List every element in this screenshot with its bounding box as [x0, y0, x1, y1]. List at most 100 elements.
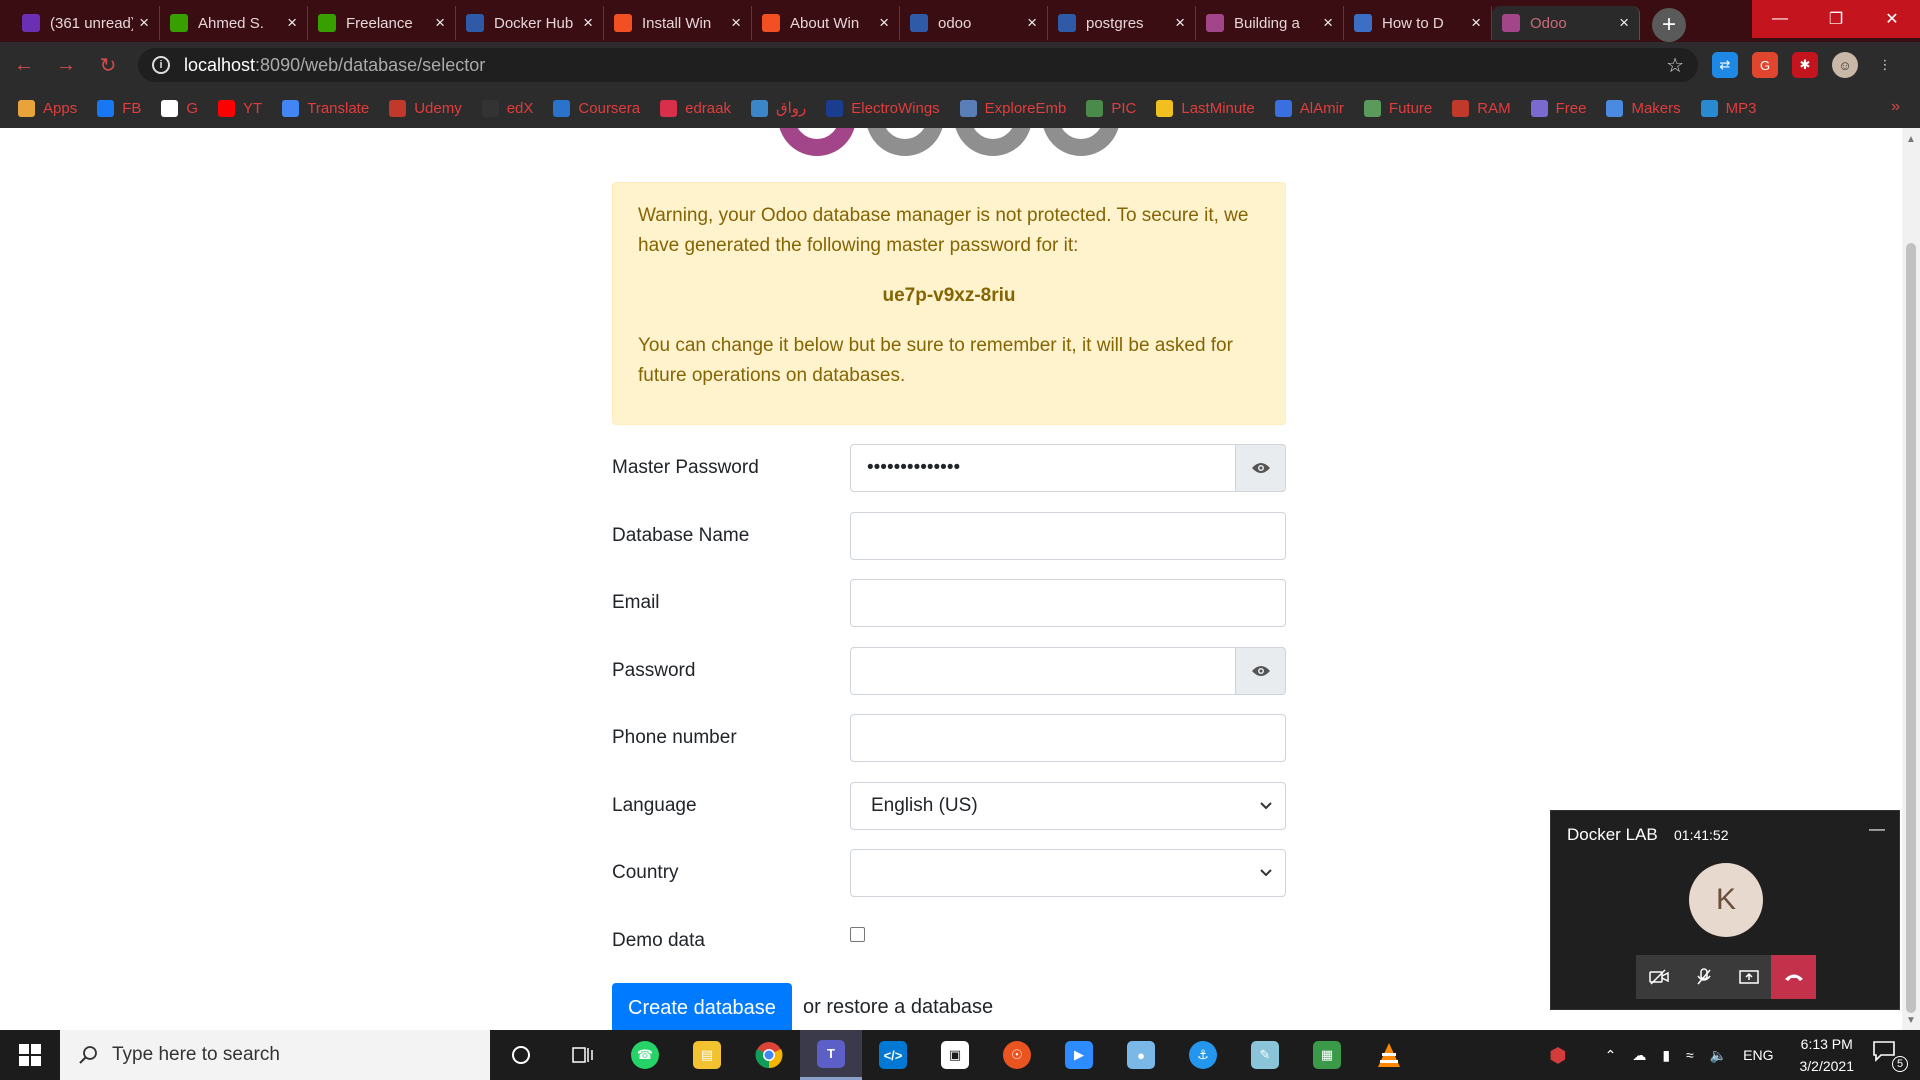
browser-tab[interactable]: postgres × [1048, 6, 1196, 40]
bookmark-item[interactable]: رواق [751, 99, 806, 117]
forward-button[interactable]: → [48, 47, 84, 83]
tray-expand-chevron-icon[interactable]: ⌃ [1605, 1047, 1617, 1064]
url-input[interactable]: i localhost:8090/web/database/selector ☆ [138, 48, 1698, 82]
browser-tab[interactable]: Building a × [1196, 6, 1344, 40]
onedrive-cloud-icon[interactable]: ☁ [1632, 1047, 1646, 1064]
close-tab-icon[interactable]: × [1471, 13, 1481, 33]
language-select[interactable]: English (US) [850, 782, 1286, 830]
close-tab-icon[interactable]: × [879, 13, 889, 33]
extension-google-icon[interactable]: G [1752, 52, 1778, 78]
hang-up-icon[interactable] [1771, 955, 1816, 999]
profile-avatar-icon[interactable]: ☺ [1832, 52, 1858, 78]
bookmark-item[interactable]: ExploreEmb [959, 99, 1066, 117]
bookmark-item[interactable]: Free [1530, 99, 1586, 117]
close-tab-icon[interactable]: × [1619, 13, 1629, 33]
bookmark-star-icon[interactable]: ☆ [1666, 53, 1684, 78]
browser-tab[interactable]: Install Win × [604, 6, 752, 40]
bookmark-item[interactable]: MP3 [1700, 99, 1757, 117]
close-tab-icon[interactable]: × [731, 13, 741, 33]
extension-puzzle-icon[interactable]: ✱ [1792, 52, 1818, 78]
taskbar-search-input[interactable]: Type here to search [60, 1030, 490, 1080]
share-screen-icon[interactable] [1726, 955, 1771, 999]
notes-icon[interactable]: ✎ [1234, 1030, 1296, 1080]
zoom-icon[interactable]: ▶ [1048, 1030, 1110, 1080]
site-info-icon[interactable]: i [152, 56, 170, 74]
restore-database-link[interactable]: or restore a database [803, 996, 993, 1019]
new-tab-button[interactable]: + [1652, 8, 1686, 42]
vscode-icon[interactable]: </> [862, 1030, 924, 1080]
scroll-up-arrow-icon[interactable]: ▲ [1906, 134, 1916, 145]
database-name-input[interactable] [850, 512, 1286, 560]
bookmarks-overflow-icon[interactable]: » [1891, 98, 1900, 116]
extension-translate-icon[interactable]: ⇄ [1712, 52, 1738, 78]
chrome-icon[interactable] [738, 1030, 800, 1080]
password-input[interactable] [850, 647, 1236, 695]
bookmark-item[interactable]: RAM [1452, 99, 1511, 117]
task-view-icon[interactable] [552, 1030, 614, 1080]
page-scrollbar[interactable]: ▲ ▼ [1902, 128, 1920, 1030]
close-tab-icon[interactable]: × [435, 13, 445, 33]
demo-data-checkbox[interactable] [850, 927, 865, 942]
bookmark-item[interactable]: edX [481, 99, 533, 117]
close-window-button[interactable]: ✕ [1864, 0, 1920, 38]
bookmark-item[interactable]: PIC [1086, 99, 1136, 117]
browser-tab[interactable]: Docker Hub × [456, 6, 604, 40]
menu-kebab-icon[interactable]: ⋮ [1872, 52, 1898, 78]
show-password-eye-icon[interactable] [1235, 647, 1286, 695]
show-password-eye-icon[interactable] [1235, 444, 1286, 492]
reload-button[interactable]: ↻ [90, 47, 126, 83]
minimize-call-icon[interactable]: — [1869, 821, 1885, 839]
close-tab-icon[interactable]: × [287, 13, 297, 33]
bookmark-item[interactable]: edraak [660, 99, 731, 117]
master-password-input[interactable]: •••••••••••••• [850, 444, 1236, 492]
scrollbar-thumb[interactable] [1906, 243, 1916, 1013]
file-explorer-icon[interactable]: ▤ [676, 1030, 738, 1080]
antivirus-icon[interactable]: ⬢ [1549, 1043, 1566, 1068]
whatsapp-icon[interactable]: ☎ [614, 1030, 676, 1080]
volume-icon[interactable]: 🔈 [1710, 1047, 1727, 1064]
mic-off-icon[interactable] [1681, 955, 1726, 999]
bookmark-item[interactable]: Coursera [553, 99, 640, 117]
ubuntu-icon[interactable]: ☉ [986, 1030, 1048, 1080]
teams-icon[interactable]: T [800, 1030, 862, 1080]
browser-tab[interactable]: How to D × [1344, 6, 1492, 40]
vlc-icon[interactable] [1358, 1030, 1420, 1080]
spreadsheet-icon[interactable]: ▦ [1296, 1030, 1358, 1080]
back-button[interactable]: ← [6, 47, 42, 83]
close-tab-icon[interactable]: × [1323, 13, 1333, 33]
language-indicator[interactable]: ENG [1743, 1047, 1773, 1063]
phone-input[interactable] [850, 714, 1286, 762]
app-window-icon[interactable]: ▣ [924, 1030, 986, 1080]
bookmark-item[interactable]: ElectroWings [826, 99, 940, 117]
bookmark-item[interactable]: LastMinute [1156, 99, 1255, 117]
close-tab-icon[interactable]: × [1027, 13, 1037, 33]
bookmark-item[interactable]: FB [97, 99, 141, 117]
wifi-icon[interactable]: ≈ [1686, 1047, 1694, 1063]
browser-tab[interactable]: odoo × [900, 6, 1048, 40]
bookmark-item[interactable]: Apps [18, 99, 77, 117]
bookmark-item[interactable]: AlAmir [1274, 99, 1344, 117]
close-tab-icon[interactable]: × [139, 13, 149, 33]
taskbar-clock[interactable]: 6:13 PM 3/2/2021 [1800, 1033, 1855, 1077]
browser-tab[interactable]: Freelance × [308, 6, 456, 40]
close-tab-icon[interactable]: × [1175, 13, 1185, 33]
windows-start-icon[interactable] [0, 1030, 60, 1080]
scroll-down-arrow-icon[interactable]: ▼ [1906, 1015, 1916, 1026]
country-select[interactable] [850, 849, 1286, 897]
bookmark-item[interactable]: YT [218, 99, 262, 117]
create-database-button[interactable]: Create database [612, 983, 792, 1030]
bookmark-item[interactable]: G [161, 99, 198, 117]
docker-icon[interactable]: ⚓ [1172, 1030, 1234, 1080]
bookmark-item[interactable]: Makers [1606, 99, 1681, 117]
cortana-icon[interactable] [490, 1030, 552, 1080]
battery-icon[interactable]: ▮ [1662, 1047, 1670, 1064]
bookmark-item[interactable]: Translate [282, 99, 369, 117]
teams-call-window[interactable]: Docker LAB 01:41:52 — K [1550, 810, 1900, 1010]
restore-button[interactable]: ❐ [1808, 0, 1864, 38]
close-tab-icon[interactable]: × [583, 13, 593, 33]
browser-tab[interactable]: Ahmed S. × [160, 6, 308, 40]
bookmark-item[interactable]: Udemy [389, 99, 462, 117]
notification-center-icon[interactable]: 5 [1872, 1040, 1908, 1072]
email-input[interactable] [850, 579, 1286, 627]
bookmark-item[interactable]: Future [1363, 99, 1432, 117]
